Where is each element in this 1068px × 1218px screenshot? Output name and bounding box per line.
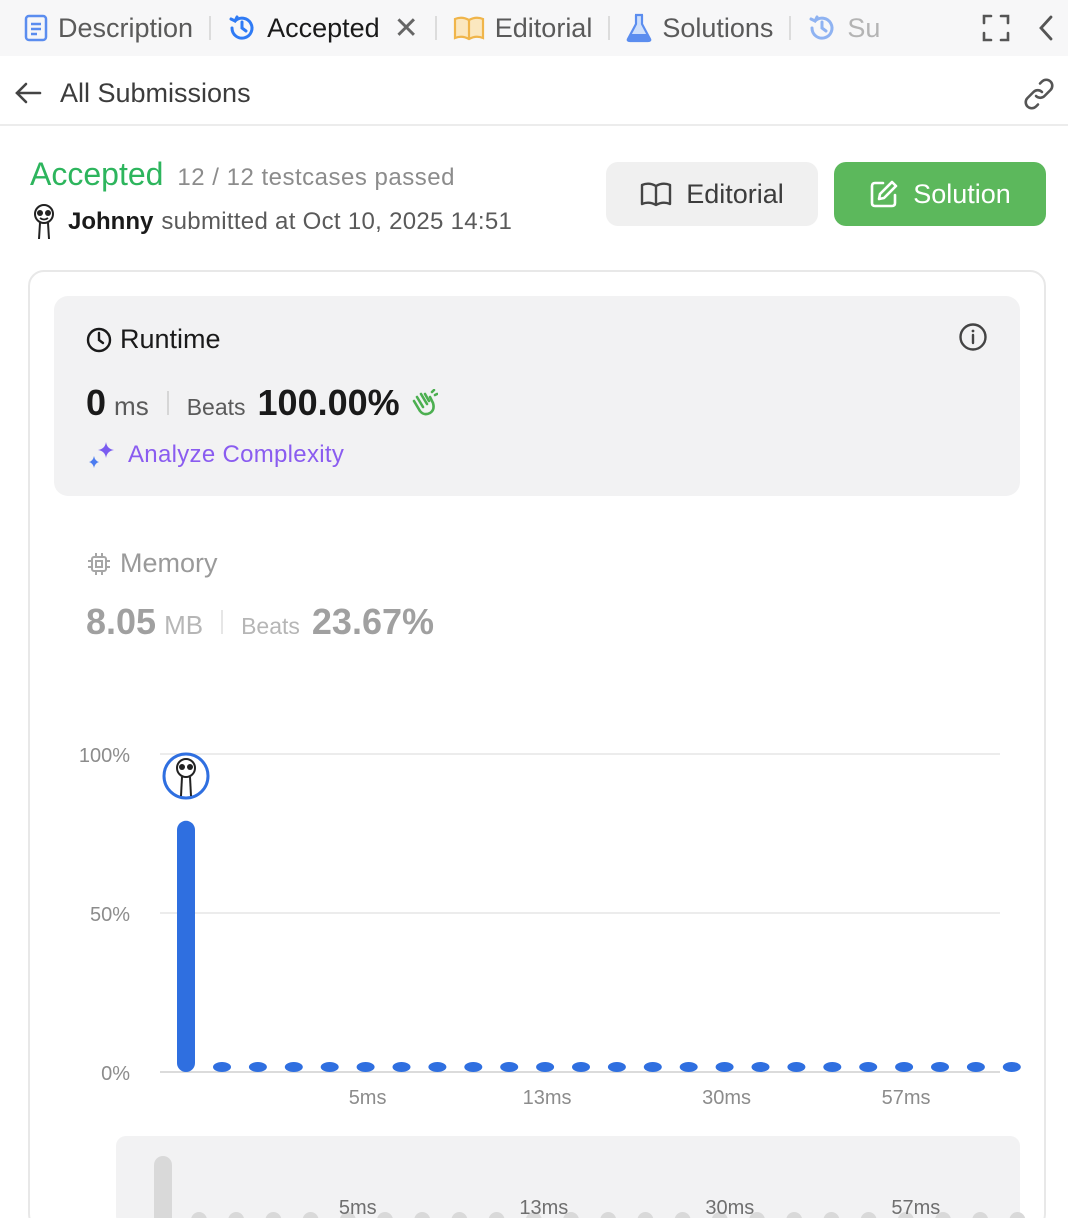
solution-button[interactable]: Solution <box>834 162 1046 226</box>
memory-value: 8.05 <box>86 601 157 642</box>
runtime-beats-percent: 100.00% <box>257 382 400 423</box>
result-label: Accepted <box>30 156 164 192</box>
runtime-unit: ms <box>114 391 149 421</box>
tab-description[interactable]: Description <box>24 0 193 56</box>
tab-label: Su <box>847 12 881 43</box>
avatar[interactable] <box>30 204 58 240</box>
memory-values: 8.05 MB Beats 23.67% <box>86 601 434 643</box>
submitter-info: Johnny submitted at Oct 10, 2025 14:51 <box>30 204 512 240</box>
close-icon[interactable]: ✕ <box>394 11 419 46</box>
all-submissions-link[interactable]: All Submissions <box>60 78 251 109</box>
divider <box>166 391 169 415</box>
book-icon <box>453 15 485 41</box>
tab-divider <box>608 16 611 40</box>
history-icon <box>227 13 257 43</box>
tab-solutions[interactable]: Solutions <box>626 0 773 56</box>
flask-icon <box>626 13 652 43</box>
sparkle-icon <box>86 440 118 470</box>
runtime-values: 0 ms Beats 100.00% <box>86 382 438 424</box>
link-icon[interactable] <box>1022 78 1056 115</box>
runtime-label-text: Runtime <box>120 324 221 354</box>
tab-label: Description <box>58 12 194 43</box>
history-icon <box>807 13 837 43</box>
clock-icon <box>86 327 112 353</box>
submission-time: submitted at Oct 10, 2025 14:51 <box>161 208 513 235</box>
clap-icon <box>408 389 438 417</box>
memory-panel[interactable]: Memory 8.05 MB Beats 23.67% <box>86 548 434 643</box>
tab-divider <box>434 16 437 40</box>
editorial-button[interactable]: Editorial <box>606 162 818 226</box>
tab-label: Editorial <box>494 12 593 43</box>
memory-label-text: Memory <box>120 548 218 578</box>
fullscreen-icon[interactable] <box>982 14 1010 42</box>
tabbar-controls <box>970 0 1068 56</box>
tab-bar: Description Accepted ✕ Editorial Solutio… <box>0 0 1068 56</box>
range-selector[interactable] <box>116 1136 1020 1218</box>
submission-status: Accepted 12 / 12 testcases passed <box>30 156 455 193</box>
runtime-value: 0 <box>86 382 107 423</box>
chip-icon <box>86 551 112 577</box>
edit-icon <box>869 179 899 209</box>
beats-label: Beats <box>241 613 300 639</box>
tab-divider <box>209 16 212 40</box>
tab-label: Accepted <box>267 12 380 43</box>
solution-button-label: Solution <box>913 178 1011 209</box>
tab-submissions[interactable]: Su <box>807 0 880 56</box>
tab-label: Solutions <box>662 12 774 43</box>
chevron-left-icon[interactable] <box>1038 14 1054 42</box>
username[interactable]: Johnny <box>68 208 153 236</box>
book-icon <box>640 181 672 207</box>
submission-header: All Submissions <box>0 62 1068 126</box>
tab-editorial[interactable]: Editorial <box>453 0 593 56</box>
analyze-complexity-link[interactable]: Analyze Complexity <box>86 440 344 470</box>
document-icon <box>24 14 48 42</box>
info-icon[interactable] <box>958 322 988 357</box>
beats-label: Beats <box>186 394 246 420</box>
back-arrow-icon[interactable] <box>14 81 42 105</box>
tab-divider <box>789 16 792 40</box>
runtime-panel[interactable]: Runtime 0 ms Beats 100.00% Analyze Compl… <box>54 296 1020 496</box>
editorial-button-label: Editorial <box>686 178 784 209</box>
memory-label: Memory <box>86 548 434 579</box>
analyze-complexity-label: Analyze Complexity <box>128 441 345 468</box>
testcases-summary: 12 / 12 testcases passed <box>177 164 455 191</box>
tab-accepted[interactable]: Accepted ✕ <box>227 0 419 56</box>
memory-beats-percent: 23.67% <box>311 601 435 642</box>
runtime-label: Runtime <box>86 324 221 355</box>
memory-unit: MB <box>164 610 204 640</box>
divider <box>221 610 224 634</box>
